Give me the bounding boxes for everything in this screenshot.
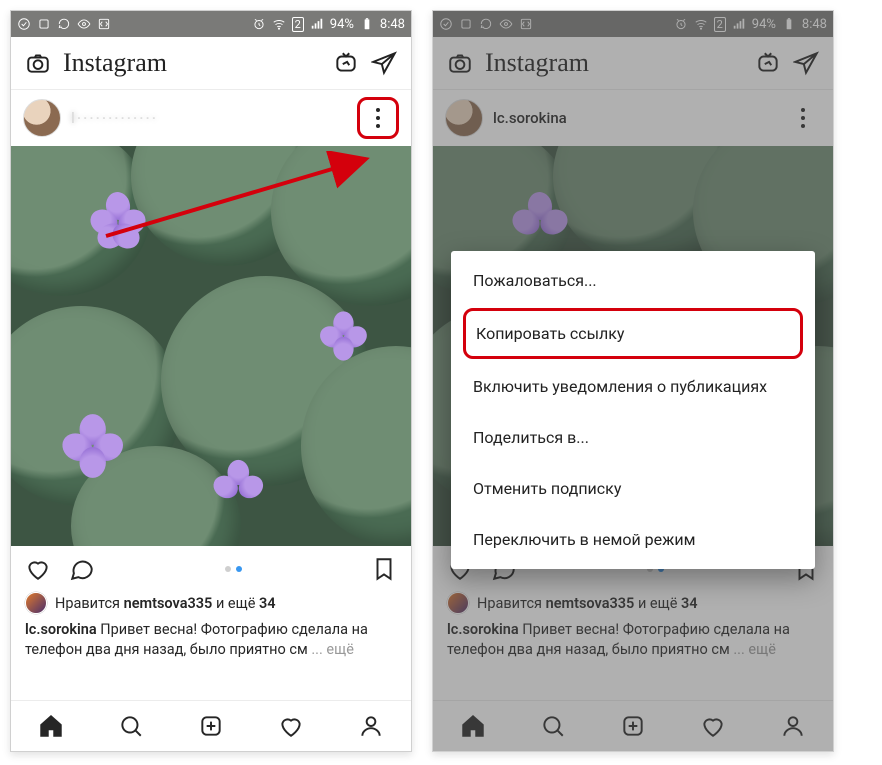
nav-add-icon[interactable] bbox=[198, 713, 224, 739]
app-header: Instagram bbox=[433, 37, 833, 90]
carousel-indicator bbox=[225, 566, 242, 572]
status-eye-icon bbox=[77, 17, 91, 31]
bottom-nav bbox=[433, 700, 833, 751]
liker-avatar bbox=[25, 592, 47, 614]
post-caption[interactable]: lc.sorokina Привет весна! Фотографию сде… bbox=[11, 618, 411, 659]
nav-profile-icon[interactable] bbox=[780, 713, 806, 739]
menu-turn-on-notifications[interactable]: Включить уведомления о публикациях bbox=[451, 361, 815, 412]
comment-icon[interactable] bbox=[69, 556, 95, 582]
status-loop-icon bbox=[479, 17, 493, 31]
menu-mute[interactable]: Переключить в немой режим bbox=[451, 514, 815, 565]
menu-copy-link[interactable]: Копировать ссылку bbox=[463, 308, 803, 359]
status-check-icon bbox=[17, 17, 31, 31]
nav-search-icon[interactable] bbox=[540, 713, 566, 739]
wifi-icon bbox=[694, 17, 708, 31]
status-square-icon bbox=[37, 17, 51, 31]
post-username[interactable]: l············· bbox=[71, 109, 158, 127]
likes-count: 34 bbox=[681, 595, 698, 612]
caption-user: lc.sorokina bbox=[447, 621, 519, 638]
sim-badge: 2 bbox=[292, 17, 304, 32]
battery-percent: 94% bbox=[330, 17, 354, 32]
bookmark-icon[interactable] bbox=[371, 556, 397, 582]
battery-percent: 94% bbox=[752, 17, 776, 32]
likes-prefix: Нравится bbox=[477, 595, 542, 612]
post-header: lc.sorokina bbox=[433, 90, 833, 146]
post-options-menu: Пожаловаться... Копировать ссылку Включи… bbox=[451, 251, 815, 569]
battery-icon bbox=[782, 17, 796, 31]
igtv-icon[interactable] bbox=[755, 50, 781, 76]
menu-unfollow[interactable]: Отменить подписку bbox=[451, 463, 815, 514]
android-statusbar: 2 94% 8:48 bbox=[11, 11, 411, 37]
menu-share-to[interactable]: Поделиться в... bbox=[451, 412, 815, 463]
send-icon[interactable] bbox=[371, 50, 397, 76]
camera-icon[interactable] bbox=[25, 50, 51, 76]
status-arrows-icon bbox=[519, 17, 533, 31]
caption-more[interactable]: ... ещё bbox=[311, 641, 354, 658]
post-header: l············· bbox=[11, 90, 411, 146]
like-icon[interactable] bbox=[25, 556, 51, 582]
likes-prefix: Нравится bbox=[55, 595, 120, 612]
likes-user: nemtsova335 bbox=[546, 595, 635, 612]
menu-report[interactable]: Пожаловаться... bbox=[451, 255, 815, 306]
post-caption[interactable]: lc.sorokina Привет весна! Фотографию сде… bbox=[433, 618, 833, 659]
status-loop-icon bbox=[57, 17, 71, 31]
post-username[interactable]: lc.sorokina bbox=[493, 109, 567, 127]
status-arrows-icon bbox=[97, 17, 111, 31]
caption-user: lc.sorokina bbox=[25, 621, 97, 638]
post-photo[interactable] bbox=[11, 146, 411, 546]
likes-row[interactable]: Нравится nemtsova335 и ещё 34 bbox=[433, 592, 833, 618]
send-icon[interactable] bbox=[793, 50, 819, 76]
avatar[interactable] bbox=[445, 99, 483, 137]
phone-left: 2 94% 8:48 Instagram l············· bbox=[10, 10, 412, 752]
likes-rest: и ещё bbox=[216, 595, 255, 612]
liker-avatar bbox=[447, 592, 469, 614]
likes-rest: и ещё bbox=[638, 595, 677, 612]
avatar[interactable] bbox=[23, 99, 61, 137]
wifi-icon bbox=[272, 17, 286, 31]
bottom-nav bbox=[11, 700, 411, 751]
status-eye-icon bbox=[499, 17, 513, 31]
battery-icon bbox=[360, 17, 374, 31]
instagram-logo[interactable]: Instagram bbox=[485, 48, 589, 78]
igtv-icon[interactable] bbox=[333, 50, 359, 76]
nav-activity-icon[interactable] bbox=[700, 713, 726, 739]
phone-right: 2 94% 8:48 Instagram lc.sorokina bbox=[432, 10, 834, 752]
alarm-icon bbox=[252, 17, 266, 31]
nav-profile-icon[interactable] bbox=[358, 713, 384, 739]
status-check-icon bbox=[439, 17, 453, 31]
signal-icon bbox=[310, 17, 324, 31]
likes-row[interactable]: Нравится nemtsova335 и ещё 34 bbox=[11, 592, 411, 618]
nav-search-icon[interactable] bbox=[118, 713, 144, 739]
camera-icon[interactable] bbox=[447, 50, 473, 76]
post-actions bbox=[11, 546, 411, 592]
alarm-icon bbox=[674, 17, 688, 31]
nav-home-icon[interactable] bbox=[460, 713, 486, 739]
instagram-logo[interactable]: Instagram bbox=[63, 48, 167, 78]
nav-add-icon[interactable] bbox=[620, 713, 646, 739]
nav-home-icon[interactable] bbox=[38, 713, 64, 739]
clock-text: 8:48 bbox=[802, 17, 827, 32]
sim-badge: 2 bbox=[714, 17, 726, 32]
likes-count: 34 bbox=[259, 595, 276, 612]
post-more-button[interactable] bbox=[357, 97, 399, 139]
caption-more[interactable]: ... ещё bbox=[733, 641, 776, 658]
likes-user: nemtsova335 bbox=[124, 595, 213, 612]
status-square-icon bbox=[459, 17, 473, 31]
nav-activity-icon[interactable] bbox=[278, 713, 304, 739]
signal-icon bbox=[732, 17, 746, 31]
android-statusbar: 2 94% 8:48 bbox=[433, 11, 833, 37]
post-more-button[interactable] bbox=[785, 100, 821, 136]
clock-text: 8:48 bbox=[380, 17, 405, 32]
app-header: Instagram bbox=[11, 37, 411, 90]
